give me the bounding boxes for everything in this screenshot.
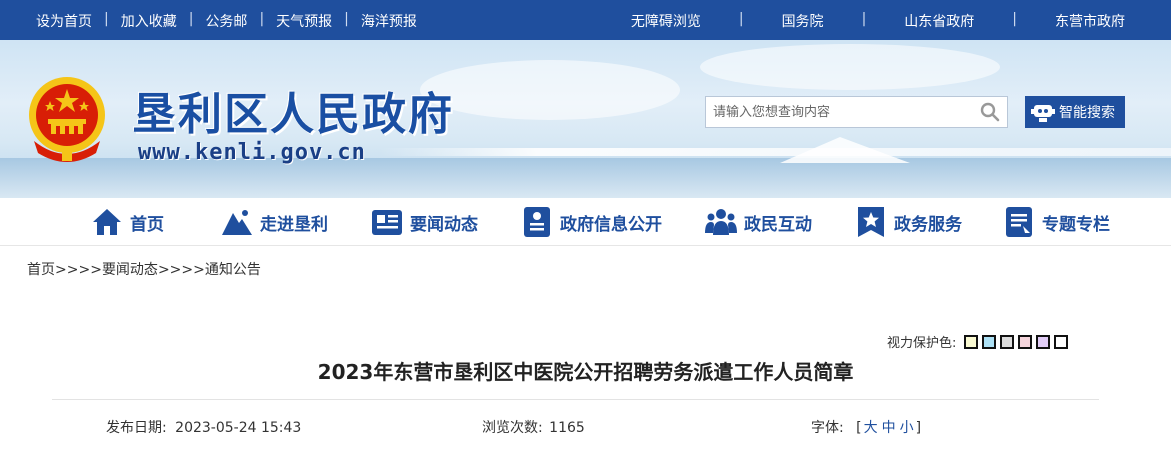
- article-title: 2023年东营市垦利区中医院公开招聘劳务派遣工作人员简章: [317, 360, 854, 384]
- eye-color-swatch-pink[interactable]: [1018, 334, 1033, 349]
- separator: |: [861, 11, 867, 27]
- nav-label: 首页: [130, 214, 164, 235]
- search-input[interactable]: [706, 97, 974, 127]
- mountain-icon: [220, 206, 254, 238]
- font-size-small[interactable]: 小: [900, 420, 914, 436]
- smart-search-button[interactable]: 智能搜索: [1025, 96, 1125, 128]
- publish-date: 发布日期: 2023-05-24 15:43: [106, 417, 301, 437]
- breadcrumb-home[interactable]: 首页: [27, 262, 55, 278]
- link-ocean-forecast[interactable]: 海洋预报: [361, 11, 417, 31]
- nav-label: 政民互动: [744, 214, 812, 235]
- search-icon: [980, 102, 1000, 122]
- eye-color-swatch-yellow[interactable]: [964, 334, 979, 349]
- view-count: 浏览次数: 1165: [482, 417, 585, 437]
- news-icon: [370, 206, 404, 238]
- font-size-medium[interactable]: 中: [882, 420, 896, 436]
- breadcrumb-news[interactable]: 要闻动态: [102, 262, 158, 278]
- people-icon: [704, 206, 738, 238]
- cloud-decoration: [420, 60, 680, 120]
- tent-decoration: [780, 137, 910, 163]
- publish-date-label: 发布日期:: [106, 420, 167, 436]
- link-state-council[interactable]: 国务院: [782, 11, 824, 31]
- link-add-favorite[interactable]: 加入收藏: [121, 11, 177, 31]
- separator: |: [344, 11, 349, 27]
- cloud-decoration: [700, 44, 1000, 90]
- top-links-right: 无障碍浏览 | 国务院 | 山东省政府 | 东营市政府: [631, 11, 1125, 31]
- breadcrumb: 首页>>>>要闻动态>>>>通知公告: [27, 259, 261, 279]
- breadcrumb-separator: >>: [181, 262, 205, 278]
- separator: |: [188, 11, 194, 27]
- home-icon: [90, 206, 124, 238]
- bridge-decoration: [380, 148, 1171, 156]
- eye-protection-label: 视力保护色:: [887, 336, 957, 351]
- publish-date-value: 2023-05-24 15:43: [175, 420, 302, 436]
- eye-color-swatch-gray[interactable]: [1000, 334, 1015, 349]
- separator: |: [104, 11, 109, 27]
- breadcrumb-separator: >>: [78, 262, 102, 278]
- breadcrumb-notices[interactable]: 通知公告: [205, 262, 261, 278]
- link-shandong-gov[interactable]: 山东省政府: [904, 11, 974, 31]
- topic-icon: [1002, 206, 1036, 238]
- nav-label: 要闻动态: [410, 214, 478, 235]
- star-badge-icon: [854, 206, 888, 238]
- view-count-label: 浏览次数:: [482, 420, 543, 436]
- nav-item-gov-info[interactable]: 政府信息公开: [520, 205, 662, 239]
- eye-protection-bar: 视力保护色:: [887, 332, 1069, 351]
- link-accessibility[interactable]: 无障碍浏览: [631, 11, 701, 31]
- nav-item-about-kenli[interactable]: 走进垦利: [220, 205, 328, 239]
- font-size-large[interactable]: 大: [864, 420, 878, 436]
- top-bar: 设为首页 | 加入收藏 | 公务邮 | 天气预报 | 海洋预报 无障碍浏览 | …: [0, 0, 1171, 40]
- site-title: 垦利区人民政府: [132, 89, 454, 140]
- link-official-mail[interactable]: 公务邮: [205, 11, 247, 31]
- nav-item-topics[interactable]: 专题专栏: [1002, 205, 1110, 239]
- separator: |: [738, 11, 744, 27]
- smart-search-label: 智能搜索: [1059, 105, 1115, 121]
- view-count-value: 1165: [549, 420, 585, 436]
- site-url: www.kenli.gov.cn: [138, 140, 366, 165]
- nav-label: 专题专栏: [1042, 214, 1110, 235]
- robot-icon: [1031, 105, 1055, 122]
- national-emblem-icon: [29, 77, 105, 162]
- eye-color-swatch-blue[interactable]: [982, 334, 997, 349]
- document-icon: [520, 206, 554, 238]
- font-size-label: 字体:: [811, 420, 844, 436]
- main-nav: 首页 走进垦利 要闻动态 政府信息公开 政民互动 政务服务 专题专栏: [0, 198, 1171, 246]
- breadcrumb-separator: >>: [157, 262, 182, 278]
- link-weather[interactable]: 天气预报: [276, 11, 332, 31]
- separator: |: [1012, 11, 1017, 27]
- nav-label: 走进垦利: [260, 214, 328, 235]
- header-banner: 垦利区人民政府 www.kenli.gov.cn 智能搜索: [0, 40, 1171, 198]
- search-box: [705, 96, 1008, 128]
- nav-item-home[interactable]: 首页: [90, 205, 164, 239]
- eye-color-swatch-white[interactable]: [1054, 334, 1069, 349]
- link-set-homepage[interactable]: 设为首页: [36, 11, 92, 31]
- separator: |: [259, 11, 265, 27]
- font-size-selector: 字体: [大中小]: [811, 417, 921, 437]
- nav-item-interaction[interactable]: 政民互动: [704, 205, 812, 239]
- nav-item-services[interactable]: 政务服务: [854, 205, 962, 239]
- link-dongying-gov[interactable]: 东营市政府: [1055, 11, 1125, 31]
- eye-color-swatch-purple[interactable]: [1036, 334, 1051, 349]
- font-size-bracket: [: [856, 420, 862, 436]
- divider: [52, 399, 1099, 400]
- search-button[interactable]: [973, 97, 1007, 127]
- nav-label: 政府信息公开: [560, 214, 662, 235]
- top-links-left: 设为首页 | 加入收藏 | 公务邮 | 天气预报 | 海洋预报: [36, 11, 417, 31]
- nav-item-news[interactable]: 要闻动态: [370, 205, 478, 239]
- breadcrumb-separator: >>: [55, 262, 79, 278]
- nav-label: 政务服务: [894, 214, 962, 235]
- font-size-bracket: ]: [915, 420, 922, 436]
